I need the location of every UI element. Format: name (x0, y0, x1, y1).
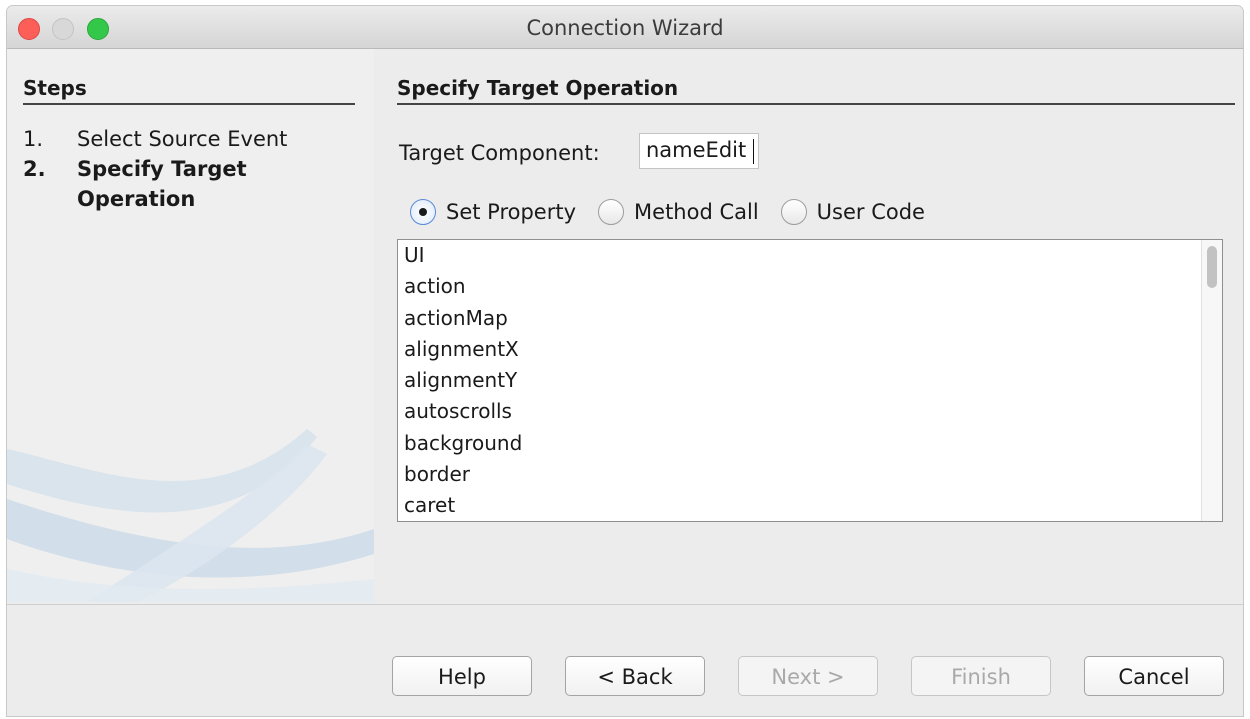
title-bar: Connection Wizard (7, 6, 1243, 49)
wizard-swoosh-graphic (7, 429, 374, 602)
list-item[interactable]: action (398, 271, 1222, 302)
user-code-radio[interactable]: User Code (780, 199, 925, 225)
step-list: 1. Select Source Event 2. Specify Target… (23, 124, 363, 214)
step-label: Select Source Event (77, 127, 288, 151)
list-item[interactable]: background (398, 428, 1222, 459)
method-call-radio[interactable]: Method Call (598, 199, 759, 225)
list-item[interactable]: UI (398, 240, 1222, 271)
radio-selected-icon (410, 199, 436, 225)
step-number: 1. (23, 127, 44, 151)
steps-header: Steps (23, 76, 355, 105)
radio-unselected-icon (780, 199, 807, 225)
list-item[interactable]: alignmentY (398, 365, 1222, 396)
connection-wizard-window: Connection Wizard Steps 1. Select Source… (7, 6, 1243, 716)
step-item-specify-target-operation: 2. Specify Target Operation (23, 154, 363, 214)
list-item[interactable]: border (398, 459, 1222, 490)
footer-divider (7, 604, 1243, 605)
target-component-value: nameEdit (646, 138, 747, 162)
radio-unselected-icon (598, 199, 625, 225)
scrollbar-thumb[interactable] (1207, 246, 1217, 288)
set-property-label: Set Property (446, 200, 577, 224)
back-button[interactable]: < Back (565, 656, 705, 696)
cancel-button[interactable]: Cancel (1084, 656, 1224, 696)
vertical-scrollbar[interactable] (1201, 240, 1222, 521)
finish-button[interactable]: Finish (911, 656, 1051, 696)
user-code-label: User Code (816, 200, 925, 224)
list-item[interactable]: alignmentX (398, 334, 1222, 365)
list-item[interactable]: caret (398, 490, 1222, 521)
target-component-label: Target Component: (399, 141, 600, 165)
next-button[interactable]: Next > (738, 656, 878, 696)
main-header: Specify Target Operation (397, 76, 1235, 105)
window-title: Connection Wizard (526, 16, 724, 40)
text-caret (753, 139, 754, 164)
help-button[interactable]: Help (392, 656, 532, 696)
operation-type-radio-group: Set Property Method Call User Code (410, 197, 947, 227)
step-label: Specify Target Operation (77, 157, 247, 211)
method-call-label: Method Call (634, 200, 759, 224)
target-component-field[interactable]: nameEdit (639, 133, 759, 169)
step-number: 2. (23, 157, 46, 181)
steps-panel: Steps 1. Select Source Event 2. Specify … (7, 49, 374, 602)
set-property-radio[interactable]: Set Property (410, 199, 576, 225)
step-item-select-source-event: 1. Select Source Event (23, 124, 363, 154)
property-list[interactable]: UI action actionMap alignmentX alignment… (397, 239, 1223, 522)
list-item[interactable]: actionMap (398, 303, 1222, 334)
list-item[interactable]: autoscrolls (398, 396, 1222, 427)
